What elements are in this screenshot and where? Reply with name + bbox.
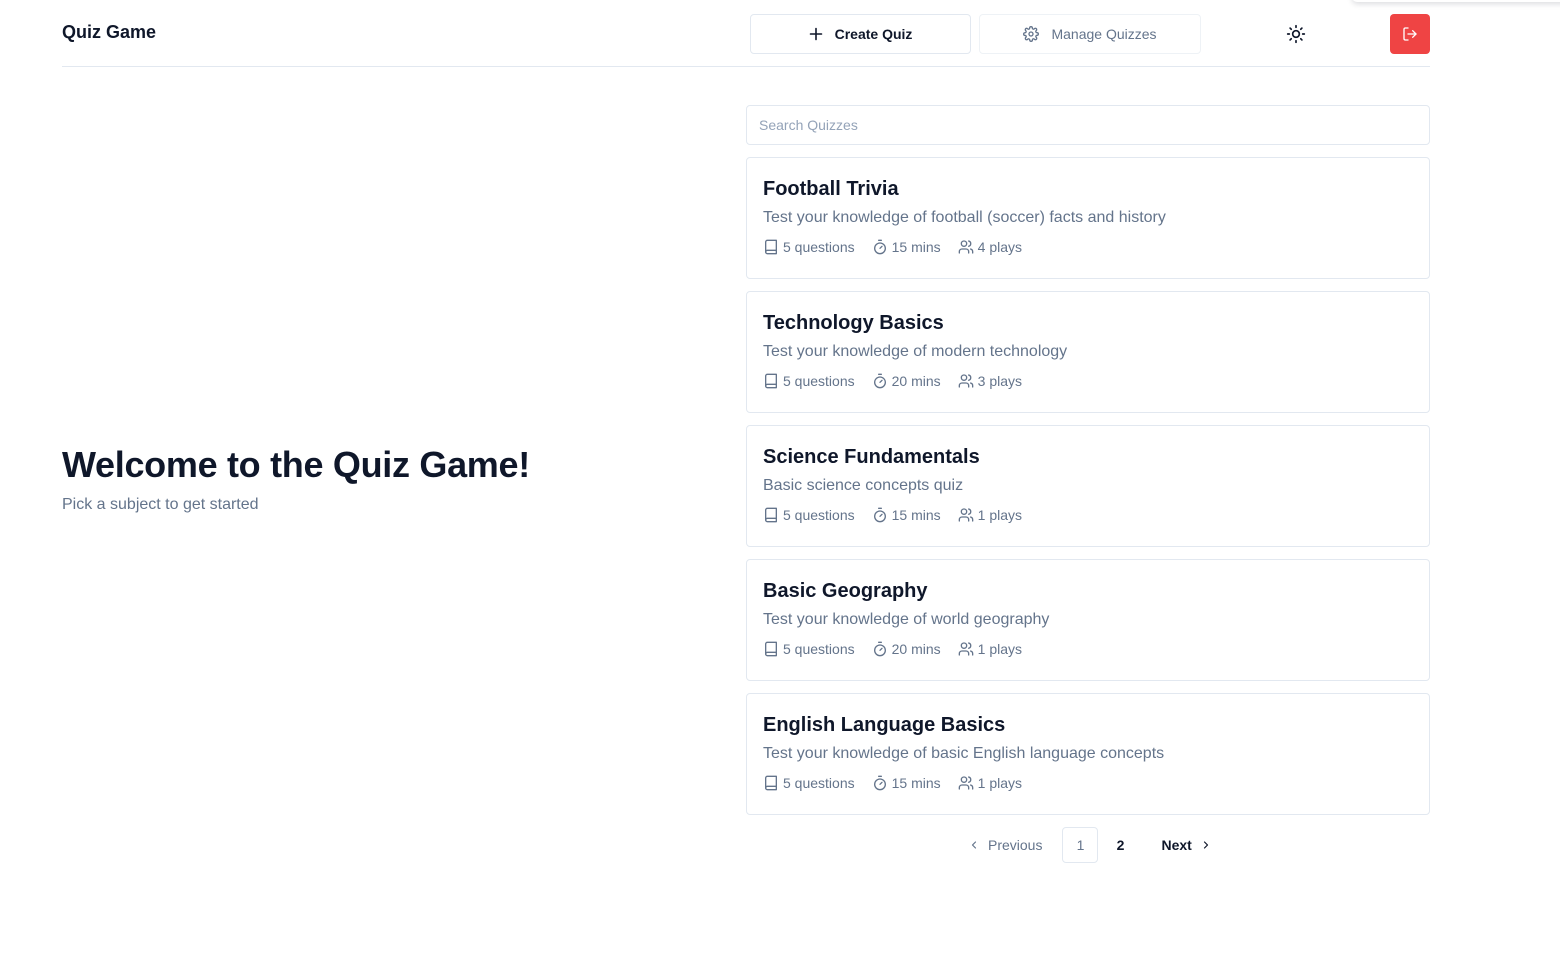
welcome-subtitle: Pick a subject to get started <box>62 496 259 513</box>
quiz-duration: 20 mins <box>872 373 941 389</box>
quiz-title: Basic Geography <box>763 580 928 602</box>
manage-quizzes-button[interactable]: Manage Quizzes <box>979 14 1201 54</box>
book-icon <box>765 507 777 523</box>
quiz-title: Technology Basics <box>763 312 944 334</box>
play-count: 1 plays <box>958 775 1022 791</box>
quiz-duration: 20 mins <box>872 641 941 657</box>
quiz-title: English Language Basics <box>763 714 1006 736</box>
next-label: Next <box>1161 837 1192 853</box>
quiz-meta: 5 questions 20 mins 1 plays <box>763 641 1413 657</box>
chevron-right-icon <box>1203 841 1208 849</box>
play-count: 1 plays <box>958 641 1022 657</box>
timer-icon <box>873 775 886 791</box>
chevron-left-icon <box>971 841 977 849</box>
question-count: 5 questions <box>763 507 855 523</box>
question-count: 5 questions <box>763 641 855 657</box>
search-input[interactable] <box>746 105 1430 145</box>
quiz-duration-text: 20 mins <box>891 641 941 657</box>
app-title: Quiz Game <box>62 22 157 42</box>
quiz-description: Test your knowledge of basic English lan… <box>763 745 1165 762</box>
quiz-description: Test your knowledge of modern technology <box>763 343 1068 360</box>
play-count: 3 plays <box>958 373 1022 389</box>
play-count-text: 1 plays <box>977 775 1022 791</box>
users-icon <box>958 642 973 656</box>
book-icon <box>765 239 777 255</box>
play-count-text: 1 plays <box>977 641 1022 657</box>
quiz-duration: 15 mins <box>872 507 941 523</box>
create-quiz-label: Create Quiz <box>834 26 913 42</box>
timer-icon <box>873 239 886 255</box>
welcome-section: Welcome to the Quiz Game! Pick a subject… <box>62 442 702 514</box>
question-count-text: 5 questions <box>783 373 855 389</box>
quiz-card[interactable]: Basic Geography Test your knowledge of w… <box>746 559 1430 681</box>
theme-toggle-button[interactable] <box>1276 14 1316 54</box>
quiz-description: Test your knowledge of world geography <box>763 611 1050 628</box>
question-count: 5 questions <box>763 239 855 255</box>
next-page-button[interactable]: Next <box>1151 827 1221 863</box>
quiz-card[interactable]: Football Trivia Test your knowledge of f… <box>746 157 1430 279</box>
plus-icon <box>809 27 822 41</box>
quiz-duration-text: 15 mins <box>891 507 941 523</box>
create-quiz-button[interactable]: Create Quiz <box>750 14 971 54</box>
timer-icon <box>873 507 886 523</box>
top-header: Quiz Game Create Quiz Manage Quizzes <box>62 0 1430 67</box>
users-icon <box>958 508 973 522</box>
quiz-duration-text: 15 mins <box>891 239 941 255</box>
play-count-text: 4 plays <box>977 239 1022 255</box>
logout-button[interactable] <box>1390 14 1430 54</box>
quiz-duration-text: 15 mins <box>891 775 941 791</box>
book-icon <box>765 373 777 389</box>
quiz-card[interactable]: English Language Basics Test your knowle… <box>746 693 1430 815</box>
book-icon <box>765 641 777 657</box>
play-count: 4 plays <box>958 239 1022 255</box>
welcome-title: Welcome to the Quiz Game! <box>62 444 530 485</box>
page-2-button[interactable]: 2 <box>1102 827 1138 863</box>
question-count-text: 5 questions <box>783 239 855 255</box>
quiz-description: Test your knowledge of football (soccer)… <box>763 209 1166 226</box>
sun-icon <box>1286 24 1306 44</box>
quiz-description: Basic science concepts quiz <box>763 477 964 494</box>
quiz-duration-text: 20 mins <box>891 373 941 389</box>
quiz-duration: 15 mins <box>872 775 941 791</box>
quiz-meta: 5 questions 15 mins 1 plays <box>763 507 1413 523</box>
quiz-card[interactable]: Technology Basics Test your knowledge of… <box>746 291 1430 413</box>
pagination: Previous 1 2 Next <box>958 827 1222 863</box>
play-count: 1 plays <box>958 507 1022 523</box>
users-icon <box>958 374 973 388</box>
gear-icon <box>1023 26 1040 42</box>
quiz-card[interactable]: Science Fundamentals Basic science conce… <box>746 425 1430 547</box>
page-1-button[interactable]: 1 <box>1062 827 1099 863</box>
timer-icon <box>873 373 886 389</box>
question-count: 5 questions <box>763 775 855 791</box>
timer-icon <box>873 641 886 657</box>
quiz-duration: 15 mins <box>872 239 941 255</box>
previous-label: Previous <box>988 837 1043 853</box>
users-icon <box>958 776 973 790</box>
quiz-title: Football Trivia <box>763 178 899 200</box>
question-count-text: 5 questions <box>783 775 855 791</box>
quiz-meta: 5 questions 20 mins 3 plays <box>763 373 1413 389</box>
book-icon <box>765 775 777 791</box>
play-count-text: 3 plays <box>977 373 1022 389</box>
quiz-meta: 5 questions 15 mins 4 plays <box>763 239 1413 255</box>
question-count: 5 questions <box>763 373 855 389</box>
quiz-meta: 5 questions 15 mins 1 plays <box>763 775 1413 791</box>
play-count-text: 1 plays <box>977 507 1022 523</box>
question-count-text: 5 questions <box>783 507 855 523</box>
quiz-list: Football Trivia Test your knowledge of f… <box>746 157 1430 827</box>
previous-page-button[interactable]: Previous <box>958 827 1052 863</box>
users-icon <box>958 240 973 254</box>
manage-quizzes-label: Manage Quizzes <box>1051 26 1157 42</box>
quiz-title: Science Fundamentals <box>763 446 980 468</box>
logout-icon <box>1403 27 1417 41</box>
question-count-text: 5 questions <box>783 641 855 657</box>
